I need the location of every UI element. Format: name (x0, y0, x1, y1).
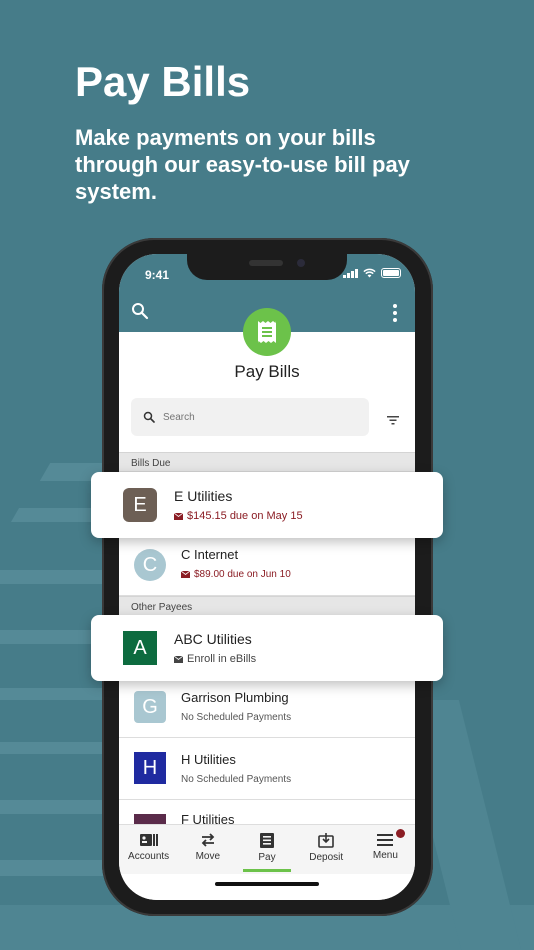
menu-icon (377, 834, 394, 846)
status-time: 9:41 (145, 268, 170, 282)
status-icons (343, 268, 401, 278)
camera (297, 259, 305, 267)
speaker (249, 260, 283, 266)
avatar: E (123, 488, 157, 522)
search-icon[interactable] (131, 302, 149, 325)
notification-dot (396, 829, 406, 838)
search-input[interactable] (163, 411, 353, 423)
payment-status-text: $145.15 due on May 15 (187, 510, 303, 522)
envelope-icon (181, 571, 190, 578)
phone-notch (187, 250, 347, 280)
payment-status-text: Enroll in eBills (187, 653, 257, 665)
payment-status: Enroll in eBills (174, 653, 256, 665)
avatar: C (134, 549, 166, 581)
tab-deposit[interactable]: Deposit (297, 825, 356, 874)
filter-icon[interactable] (387, 412, 399, 430)
pay-icon (260, 833, 274, 848)
hero-subtitle: Make payments on your bills through our … (75, 125, 410, 204)
payment-status: $145.15 due on May 15 (174, 510, 303, 522)
section-other-payees: Other Payees (119, 596, 415, 616)
page-title: Pay Bills (234, 362, 300, 381)
wifi-icon (363, 268, 376, 278)
tab-label: Pay (258, 852, 276, 863)
payment-status: $89.00 due on Jun 10 (181, 569, 291, 580)
payment-status-text: $89.00 due on Jun 10 (194, 569, 291, 580)
search-field[interactable] (131, 398, 369, 436)
deposit-icon (318, 833, 335, 848)
tab-label: Menu (372, 850, 398, 861)
tab-accounts[interactable]: Accounts (119, 825, 178, 874)
accounts-icon (139, 834, 158, 846)
tab-label: Accounts (128, 851, 170, 862)
list-item[interactable]: G Garrison Plumbing No Scheduled Payment… (119, 680, 415, 738)
payee-name: Garrison Plumbing (181, 690, 289, 705)
home-area (119, 874, 415, 900)
tab-menu[interactable]: Menu (356, 825, 415, 874)
search-icon (143, 411, 155, 423)
payment-status-text: No Scheduled Payments (181, 712, 292, 723)
payee-name: H Utilities (181, 752, 236, 767)
bottom-tab-bar: Accounts Move Pay Deposit Menu (119, 824, 415, 874)
tab-pay[interactable]: Pay (237, 825, 296, 874)
section-bills-due: Bills Due (119, 452, 415, 472)
payee-name: C Internet (181, 547, 239, 562)
home-indicator[interactable] (215, 882, 319, 886)
list-item[interactable]: C C Internet $89.00 due on Jun 10 (119, 536, 415, 596)
tab-label: Deposit (309, 852, 344, 863)
payee-name: ABC Utilities (174, 631, 252, 647)
signal-icon (343, 269, 358, 278)
avatar: A (123, 631, 157, 665)
list-item[interactable]: H H Utilities No Scheduled Payments (119, 738, 415, 800)
tab-label: Move (195, 851, 221, 862)
list-item-abc-utilities[interactable]: A ABC Utilities Enroll in eBills (91, 615, 443, 681)
list-item-e-utilities[interactable]: E E Utilities $145.15 due on May 15 (91, 472, 443, 538)
phone-screen: 9:41 Pay Bills Search Bills Due C C Inte… (119, 254, 415, 900)
envelope-icon (174, 655, 183, 663)
envelope-icon (174, 512, 183, 520)
battery-icon (381, 268, 401, 278)
receipt-icon (243, 308, 291, 356)
payee-name: E Utilities (174, 488, 233, 504)
transfer-icon (201, 833, 215, 847)
hero-title: Pay Bills (75, 58, 251, 105)
tab-move[interactable]: Move (178, 825, 237, 874)
avatar: H (134, 752, 166, 784)
payment-status-text: No Scheduled Payments (181, 774, 292, 785)
more-options-icon[interactable] (393, 304, 397, 322)
avatar: G (134, 691, 166, 723)
